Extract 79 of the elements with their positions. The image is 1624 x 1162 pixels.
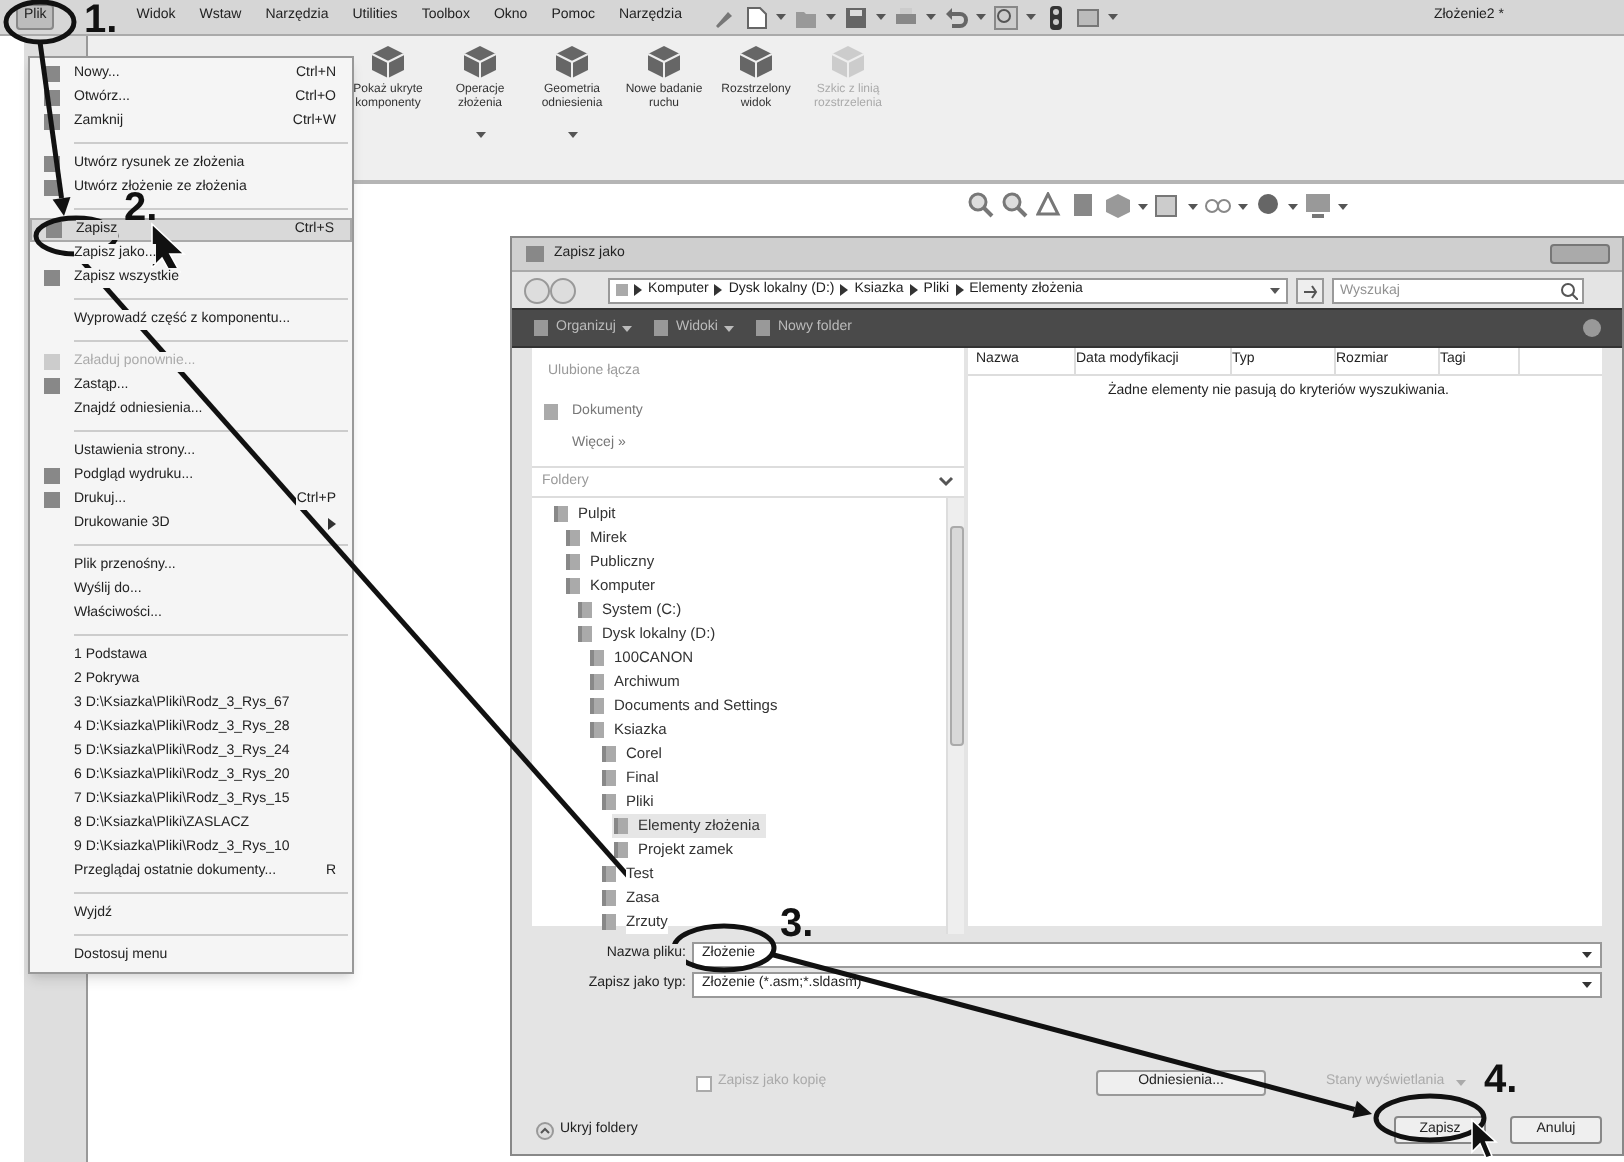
submenu-arrow-icon bbox=[328, 518, 336, 530]
save-icon[interactable] bbox=[844, 5, 868, 29]
cube-icon[interactable] bbox=[370, 44, 406, 80]
folder-icon bbox=[600, 888, 618, 908]
cube-icon[interactable] bbox=[554, 44, 590, 80]
folder-icon bbox=[600, 792, 618, 812]
traffic-light-icon[interactable] bbox=[1044, 5, 1068, 29]
folder-icon bbox=[588, 672, 606, 692]
chevron-icon bbox=[955, 284, 964, 296]
caret-icon[interactable] bbox=[1026, 14, 1036, 20]
box-icon[interactable] bbox=[1154, 192, 1182, 220]
grid-icon bbox=[651, 318, 670, 338]
chevron-icon bbox=[840, 284, 849, 296]
step-number: 3. bbox=[780, 904, 814, 944]
document-icon bbox=[532, 318, 550, 338]
caret-icon bbox=[621, 325, 632, 331]
folder-icon bbox=[612, 816, 630, 836]
caret-icon[interactable] bbox=[926, 14, 936, 20]
caret-icon[interactable] bbox=[876, 14, 886, 20]
step-number: 1. bbox=[84, 0, 118, 40]
folder-icon bbox=[588, 696, 606, 716]
page-icon bbox=[753, 318, 772, 338]
step-number: 4. bbox=[1484, 1060, 1518, 1100]
help-icon[interactable] bbox=[1582, 318, 1602, 338]
caret-icon[interactable] bbox=[826, 14, 836, 20]
undo-icon[interactable] bbox=[944, 5, 968, 29]
folder-icon bbox=[564, 528, 582, 548]
select-icon[interactable] bbox=[994, 5, 1018, 29]
caret-icon[interactable] bbox=[1270, 287, 1280, 293]
document-icon bbox=[42, 268, 62, 288]
caret-icon bbox=[567, 132, 577, 138]
folder-icon bbox=[588, 720, 606, 740]
folder-icon bbox=[612, 840, 630, 860]
refresh-button[interactable] bbox=[1296, 277, 1324, 303]
dialog-icon bbox=[524, 244, 546, 264]
cube-icon[interactable] bbox=[462, 44, 498, 80]
scroll-bar[interactable] bbox=[946, 498, 964, 934]
folder-icon bbox=[616, 282, 628, 298]
caret-icon bbox=[1582, 982, 1592, 988]
caret-icon[interactable] bbox=[1138, 203, 1148, 209]
folder-icon bbox=[600, 864, 618, 884]
caret-icon[interactable] bbox=[776, 14, 786, 20]
chevron-icon bbox=[909, 284, 918, 296]
caret-icon[interactable] bbox=[976, 14, 986, 20]
caret-icon[interactable] bbox=[1338, 203, 1348, 209]
caret-icon bbox=[723, 325, 734, 331]
section-view-icon[interactable] bbox=[1036, 192, 1064, 220]
chevron-down-icon bbox=[938, 475, 954, 488]
highlight-ellipse bbox=[1373, 1093, 1487, 1143]
cube-icon[interactable] bbox=[738, 44, 774, 80]
folder-icon bbox=[564, 576, 582, 596]
folder-icon bbox=[576, 624, 594, 644]
folder-icon bbox=[588, 648, 606, 668]
document-icon bbox=[542, 401, 560, 422]
folder-icon bbox=[576, 600, 594, 620]
chevron-up-icon bbox=[536, 1121, 554, 1139]
folder-icon bbox=[600, 744, 618, 764]
page-icon[interactable] bbox=[744, 5, 768, 29]
chevron-icon bbox=[714, 284, 723, 296]
caret-icon[interactable] bbox=[1108, 14, 1118, 20]
caret-icon bbox=[1456, 1080, 1467, 1086]
zoom-icon[interactable] bbox=[1002, 192, 1030, 220]
chevron-icon bbox=[634, 284, 642, 296]
image-icon[interactable] bbox=[1076, 5, 1100, 29]
monitor-icon[interactable] bbox=[1304, 192, 1332, 220]
search-icon bbox=[1560, 281, 1578, 299]
folder-icon bbox=[600, 768, 618, 788]
caret-icon bbox=[1582, 952, 1592, 958]
sphere-icon[interactable] bbox=[1254, 192, 1282, 220]
caret-icon[interactable] bbox=[1188, 203, 1198, 209]
folder-icon bbox=[552, 504, 570, 524]
caret-icon[interactable] bbox=[1238, 203, 1248, 209]
folder-icon bbox=[564, 552, 582, 572]
highlight-ellipse bbox=[33, 215, 119, 257]
folder-icon bbox=[600, 912, 618, 932]
cube-icon[interactable] bbox=[646, 44, 682, 80]
zoom-icon[interactable] bbox=[968, 192, 996, 220]
caret-icon bbox=[475, 132, 485, 138]
caret-icon[interactable] bbox=[1288, 203, 1298, 209]
